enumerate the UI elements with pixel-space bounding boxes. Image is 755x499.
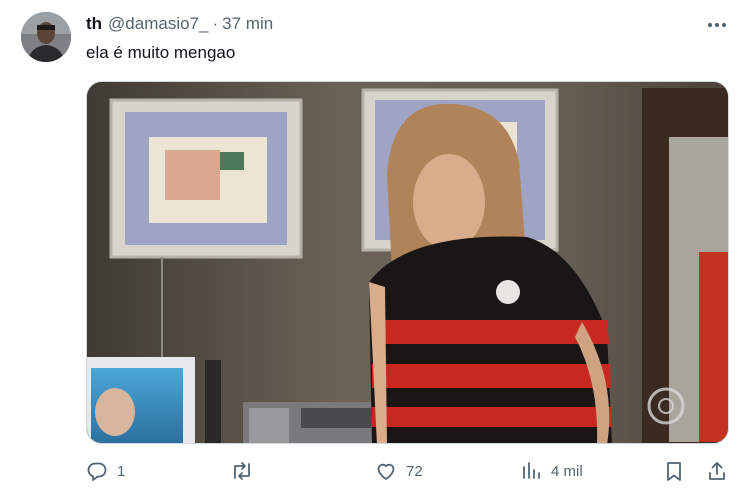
bookmark-button[interactable] bbox=[663, 455, 685, 487]
tweet-media[interactable] bbox=[86, 81, 729, 444]
tweet-actions: 1 72 4 mil bbox=[86, 455, 736, 487]
views-button[interactable]: 4 mil bbox=[520, 455, 583, 487]
tweet-header: th @damasio7_ · 37 min bbox=[86, 14, 273, 36]
heart-icon bbox=[377, 463, 395, 480]
like-button[interactable]: 72 bbox=[375, 455, 423, 487]
retweet-icon bbox=[234, 462, 250, 480]
bookmark-icon bbox=[667, 462, 681, 481]
more-horizontal-icon bbox=[707, 22, 727, 28]
tweet[interactable]: th @damasio7_ · 37 min ela é muito menga… bbox=[0, 0, 755, 499]
reply-count: 1 bbox=[117, 462, 126, 480]
reply-icon bbox=[87, 462, 107, 481]
tweet-text: ela é muito mengao bbox=[86, 43, 236, 62]
like-count: 72 bbox=[406, 462, 423, 480]
view-count: 4 mil bbox=[551, 462, 583, 480]
separator-dot: · bbox=[212, 14, 219, 33]
views-icon bbox=[523, 462, 540, 479]
media-image bbox=[87, 82, 728, 443]
author-handle[interactable]: @damasio7_ bbox=[108, 14, 208, 34]
avatar-image bbox=[21, 12, 71, 62]
share-button[interactable] bbox=[706, 455, 728, 487]
retweet-button[interactable] bbox=[230, 455, 263, 487]
author-name[interactable]: th bbox=[86, 14, 102, 34]
more-options-button[interactable] bbox=[704, 14, 730, 36]
timestamp[interactable]: 37 min bbox=[222, 14, 273, 34]
reply-button[interactable]: 1 bbox=[86, 455, 125, 487]
avatar[interactable] bbox=[21, 12, 71, 62]
share-icon bbox=[709, 462, 725, 480]
